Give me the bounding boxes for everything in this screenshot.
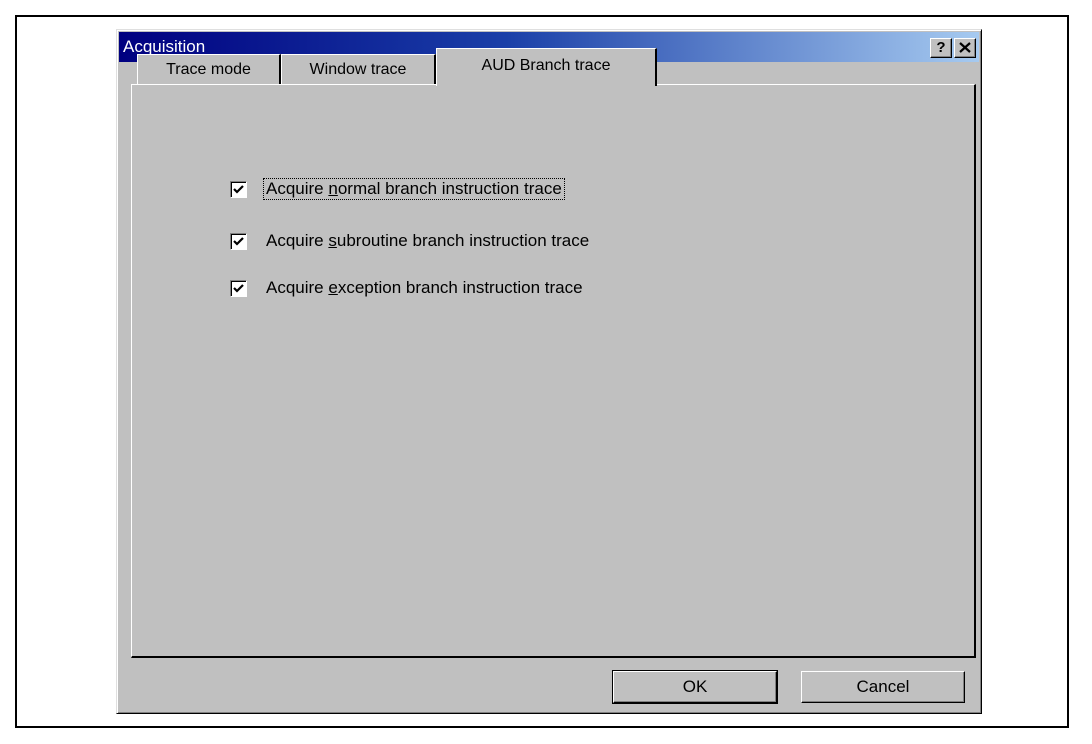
exception-branch-label: Acquire exception branch instruction tra… bbox=[266, 278, 583, 297]
tab-label: Window trace bbox=[309, 61, 407, 78]
tab-aud-branch-trace[interactable]: AUD Branch trace bbox=[436, 48, 657, 86]
tab-trace-mode[interactable]: Trace mode bbox=[137, 54, 281, 84]
exception-branch-checkbox[interactable] bbox=[230, 280, 247, 297]
tab-window-trace[interactable]: Window trace bbox=[281, 54, 436, 84]
normal-branch-checkbox[interactable] bbox=[230, 181, 247, 198]
tab-label: AUD Branch trace bbox=[481, 57, 611, 74]
ok-button[interactable]: OK bbox=[612, 670, 778, 704]
help-button[interactable]: ? bbox=[930, 38, 952, 58]
subroutine-branch-label: Acquire subroutine branch instruction tr… bbox=[266, 231, 590, 250]
checkmark-icon bbox=[233, 237, 244, 246]
close-button[interactable] bbox=[954, 38, 976, 58]
tab-label: Trace mode bbox=[166, 61, 251, 78]
close-icon bbox=[959, 40, 971, 57]
normal-branch-label: Acquire normal branch instruction trace bbox=[263, 178, 565, 200]
checkmark-icon bbox=[233, 284, 244, 293]
subroutine-branch-checkbox[interactable] bbox=[230, 233, 247, 250]
tab-panel-aud-branch-trace bbox=[131, 84, 976, 658]
help-icon: ? bbox=[936, 39, 946, 56]
cancel-button[interactable]: Cancel bbox=[801, 671, 965, 703]
checkmark-icon bbox=[233, 185, 244, 194]
